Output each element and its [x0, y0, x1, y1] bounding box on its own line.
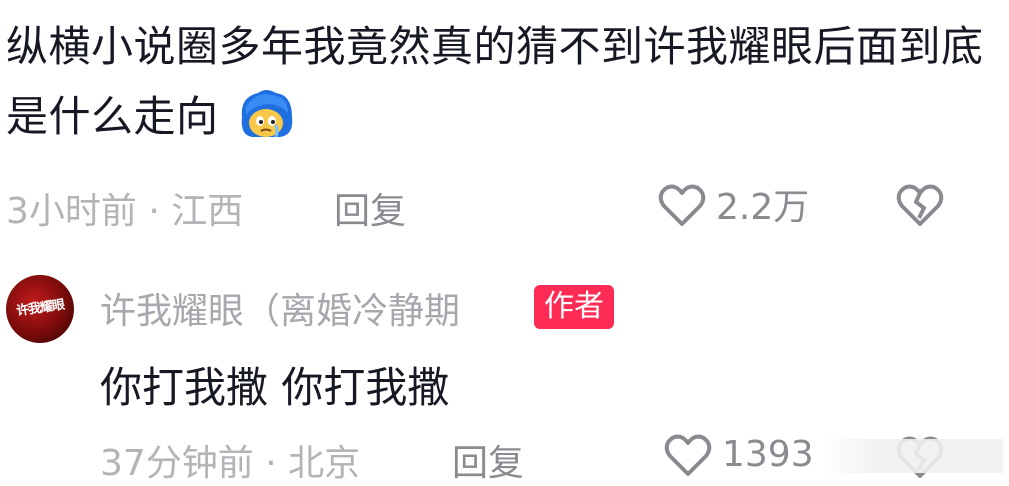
author-badge: 作者 — [534, 285, 614, 329]
heart-icon — [664, 434, 712, 476]
comment-text: 纵横小说圈多年我竟然真的猜不到许我耀眼后面到底是什么走向 — [6, 12, 996, 152]
reply-reply-button[interactable]: 回复 — [452, 434, 524, 486]
comment-reply-button[interactable]: 回复 — [334, 182, 406, 234]
comment-meta: 3小时前 · 江西 — [6, 182, 243, 234]
comment-body: 纵横小说圈多年我竟然真的猜不到许我耀眼后面到底是什么走向 — [6, 22, 984, 141]
comment-like-count: 2.2万 — [716, 187, 810, 228]
meta-separator: · — [265, 443, 289, 484]
reply-time: 37分钟前 — [100, 443, 254, 484]
reply-author-name[interactable]: 许我耀眼（离婚冷静期 — [100, 282, 460, 334]
avatar-logo-text: 许我耀眼 — [15, 297, 66, 320]
reply-like-count: 1393 — [722, 433, 814, 475]
reply-text: 你打我撒 你打我撒 — [100, 363, 450, 412]
reply-like-button[interactable]: 1393 — [662, 430, 814, 478]
crying-face-emoji-icon — [242, 90, 293, 138]
reply-meta: 37分钟前 · 北京 — [100, 434, 360, 486]
comment-like-button[interactable]: 2.2万 — [656, 178, 809, 230]
avatar[interactable]: 许我耀眼 — [6, 275, 74, 343]
comment-location: 江西 — [171, 191, 244, 232]
meta-separator: · — [148, 191, 172, 232]
heart-icon — [658, 184, 706, 226]
reply-location: 北京 — [288, 443, 361, 484]
broken-heart-icon[interactable] — [894, 180, 946, 228]
watermark-overlay — [823, 439, 1003, 473]
comment-time: 3小时前 — [6, 191, 137, 232]
